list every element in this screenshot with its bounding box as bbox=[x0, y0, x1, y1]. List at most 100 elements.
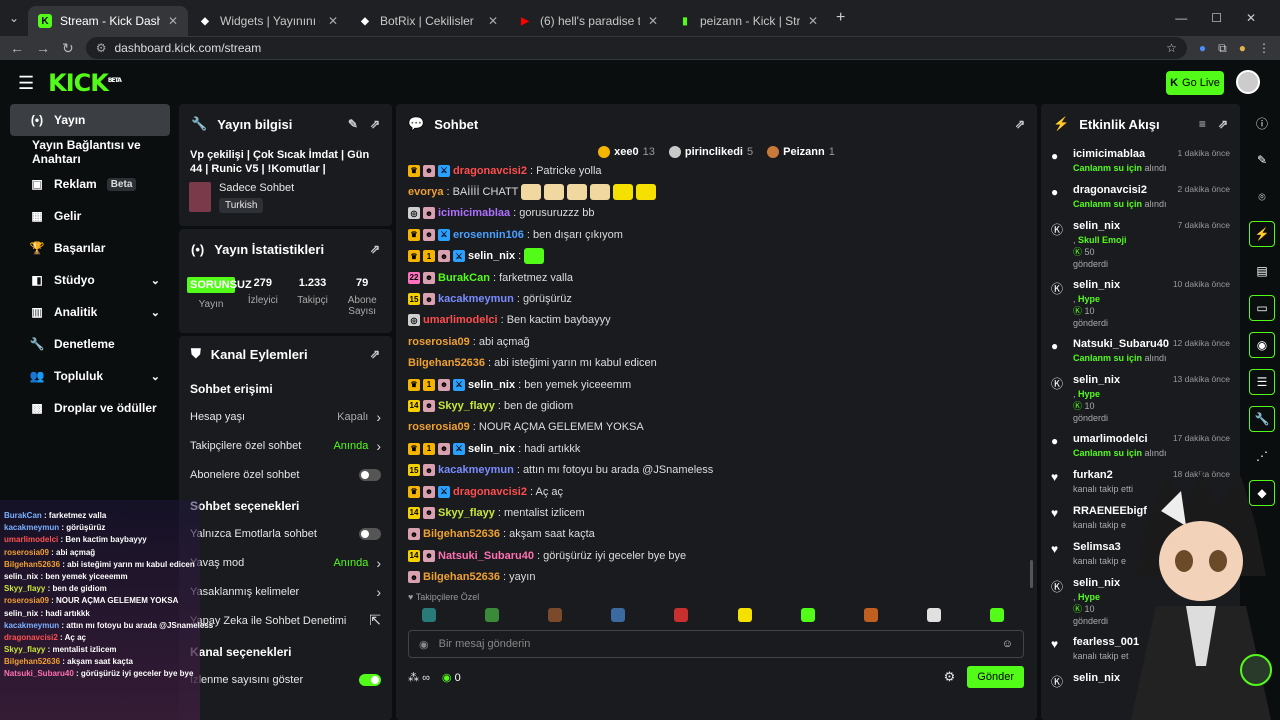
chat-username[interactable]: BurakCan bbox=[438, 272, 490, 284]
chat-message[interactable]: evorya: BAİİİİ CHATT bbox=[408, 181, 1018, 202]
chat-input[interactable]: ◉ Bir mesaj gönderin ☺ bbox=[408, 630, 1024, 658]
emote-icon[interactable] bbox=[737, 608, 752, 622]
chevron-right-icon[interactable]: › bbox=[376, 438, 381, 454]
event-item[interactable]: Ⓚselin_nix, Skull Emoji Ⓚ 50 gönderdi 7 dak… bbox=[1041, 220, 1240, 270]
chat-message[interactable]: ♛ 1 ☻ ⚔ selin_nix: hadi artıkkk bbox=[408, 438, 1018, 459]
emote-icon[interactable] bbox=[422, 608, 436, 622]
emote-icon[interactable] bbox=[926, 608, 941, 622]
extension-icon[interactable]: ● bbox=[1199, 41, 1206, 55]
settings-gear-icon[interactable]: ⚙ bbox=[944, 669, 956, 685]
emote-icon[interactable] bbox=[800, 608, 815, 622]
extensions-puzzle-icon[interactable]: ⧉ bbox=[1218, 41, 1227, 56]
forward-icon[interactable]: → bbox=[36, 40, 50, 56]
stack-rail-icon[interactable]: ☰ bbox=[1249, 369, 1275, 395]
emote-icon[interactable] bbox=[674, 608, 689, 622]
event-item[interactable]: Ⓚselin_nix, Hype Ⓚ 10 gönderdi 13 dakika ön… bbox=[1041, 374, 1240, 424]
browser-tab[interactable]: ◆ Widgets | Yayınını güçlendirmek ✕ bbox=[188, 6, 348, 36]
chat-username[interactable]: Skyy_flayy bbox=[438, 507, 495, 519]
chevron-right-icon[interactable]: › bbox=[376, 555, 381, 571]
back-icon[interactable]: ← bbox=[10, 40, 24, 56]
chat-message[interactable]: ♛ 1 ☻ ⚔ selin_nix: ben yemek yiceeemm bbox=[408, 374, 1018, 395]
chevron-down-icon[interactable]: ⌄ bbox=[151, 274, 160, 287]
profile-icon[interactable]: ● bbox=[1239, 41, 1246, 55]
emote-icon[interactable] bbox=[863, 608, 878, 622]
browser-tab[interactable]: ◆ BotRix | Cekilisler ✕ bbox=[348, 6, 508, 36]
chat-username[interactable]: selin_nix bbox=[468, 443, 515, 455]
chat-username[interactable]: selin_nix bbox=[468, 250, 515, 262]
menu-dots-icon[interactable]: ⋮ bbox=[1258, 41, 1270, 55]
emote-icon[interactable] bbox=[485, 608, 500, 622]
chevron-right-icon[interactable]: › bbox=[376, 584, 381, 600]
chat-message[interactable]: ♛ ☻ ⚔ erosennin106: ben dışarı çıkıyom bbox=[408, 224, 1018, 245]
chat-message[interactable]: 15 ☻ kacakmeymun: görüşürüz bbox=[408, 288, 1018, 309]
kick-points-icon[interactable]: ◉ 0 bbox=[442, 671, 461, 684]
chat-username[interactable]: Skyy_flayy bbox=[438, 400, 495, 412]
event-item[interactable]: ● umarlimodelci Canlanm su için alındı 17 d… bbox=[1041, 433, 1240, 459]
close-tab-icon[interactable]: ✕ bbox=[168, 14, 178, 28]
sidebar-item[interactable]: 🔧 Denetleme bbox=[10, 328, 170, 360]
setting-row[interactable]: Takipçilere özel sohbet Anında › bbox=[179, 431, 392, 460]
setting-row[interactable]: İzlenme sayısını göster bbox=[179, 665, 392, 694]
popout-icon[interactable]: ⇗ bbox=[370, 117, 380, 131]
top-gifter[interactable]: Peizann 1 bbox=[767, 146, 835, 158]
chat-message[interactable]: 14 ☻ Natsuki_Subaru40: görüşürüz iyi gecel… bbox=[408, 545, 1018, 566]
chat-message[interactable]: ☻ Bilgehan52636: akşam saat kaçta bbox=[408, 524, 1018, 545]
sidebar-item[interactable]: ▣ Reklam Beta bbox=[10, 168, 170, 200]
chevron-down-icon[interactable]: ⌄ bbox=[151, 370, 160, 383]
chat-message[interactable]: 14 ☻ Skyy_flayy: mentalist izlicem bbox=[408, 502, 1018, 523]
sidebar-item[interactable]: Yayın Bağlantısı ve Anahtarı bbox=[10, 136, 170, 168]
chat-message[interactable]: ☻ Bilgehan52636: yayın bbox=[408, 566, 1018, 587]
browser-tab[interactable]: ▶ (6) hell's paradise tensen - YouTube ✕ bbox=[508, 6, 668, 36]
sidebar-item[interactable]: 🏆 Başarılar bbox=[10, 232, 170, 264]
browser-tab[interactable]: ▮ peizann - Kick | StreamerStats ✕ bbox=[668, 6, 828, 36]
url-field[interactable]: ⚙ dashboard.kick.com/stream ☆ bbox=[85, 37, 1187, 59]
sidebar-item[interactable]: ◧ Stüdyo ⌄ bbox=[10, 264, 170, 296]
hamburger-menu-icon[interactable]: ☰ bbox=[18, 73, 34, 94]
chat-message[interactable]: ♛ ☻ ⚔ dragonavcisi2: Patricke yolla bbox=[408, 160, 1018, 181]
edit-pencil-icon[interactable]: ✎ bbox=[348, 117, 358, 131]
bookmark-star-icon[interactable]: ☆ bbox=[1166, 41, 1177, 55]
chat-message[interactable]: ◎ umarlimodelci: Ben kactim baybayyy bbox=[408, 310, 1018, 331]
popout-icon[interactable]: ⇗ bbox=[370, 347, 380, 361]
lightning-rail-icon[interactable]: ⚡ bbox=[1249, 221, 1275, 247]
reload-icon[interactable]: ↻ bbox=[62, 40, 74, 57]
send-button[interactable]: Gönder bbox=[967, 666, 1024, 688]
chat-message[interactable]: 14 ☻ Skyy_flayy: ben de gidiom bbox=[408, 395, 1018, 416]
new-tab-button[interactable]: + bbox=[836, 9, 845, 27]
chat-username[interactable]: erosennin106 bbox=[453, 229, 524, 241]
chat-message[interactable]: ♛ 1 ☻ ⚔ selin_nix: bbox=[408, 246, 1018, 267]
popout-icon[interactable]: ⇗ bbox=[1218, 117, 1228, 131]
users-icon[interactable]: ⁂ ∞ bbox=[408, 671, 430, 684]
sidebar-item[interactable]: ▦ Gelir bbox=[10, 200, 170, 232]
user-avatar[interactable] bbox=[1236, 70, 1260, 94]
tab-list-icon[interactable]: ⌄ bbox=[0, 11, 28, 25]
event-item[interactable]: ● icimicimablaa Canlanm su için alındı 1 da… bbox=[1041, 148, 1240, 174]
chat-username[interactable]: evorya bbox=[408, 186, 443, 198]
chat-username[interactable]: icimicimablaa bbox=[438, 207, 510, 219]
chat-message[interactable]: roserosia09: abi açmağ bbox=[408, 331, 1018, 352]
camera-icon[interactable]: ⌾ bbox=[1249, 184, 1275, 210]
chat-username[interactable]: Bilgehan52636 bbox=[408, 357, 485, 369]
chat-message[interactable]: 15 ☻ kacakmeymun: attın mı fotoyu bu arada… bbox=[408, 459, 1018, 480]
popout-icon[interactable]: ⇗ bbox=[370, 242, 380, 256]
sidebar-item[interactable]: ▥ Analitik ⌄ bbox=[10, 296, 170, 328]
browser-tab[interactable]: K Stream - Kick Dashboard ✕ bbox=[28, 6, 188, 36]
setting-row[interactable]: Yavaş mod Anında › bbox=[179, 548, 392, 577]
wrench-rail-icon[interactable]: 🔧 bbox=[1249, 406, 1275, 432]
event-item[interactable]: ● Natsuki_Subaru40 Canlanm su için alındı 1… bbox=[1041, 338, 1240, 364]
chat-scrollbar[interactable] bbox=[1030, 560, 1033, 588]
emote-icon[interactable] bbox=[989, 608, 1004, 622]
chat-username[interactable]: kacakmeymun bbox=[438, 464, 514, 476]
close-tab-icon[interactable]: ✕ bbox=[808, 14, 818, 28]
chat-username[interactable]: Natsuki_Subaru40 bbox=[438, 550, 534, 562]
window-controls[interactable]: —☐✕ bbox=[1175, 11, 1280, 25]
sidebar-item[interactable]: 👥 Topluluk ⌄ bbox=[10, 360, 170, 392]
event-item[interactable]: Ⓚselin_nix, Hype Ⓚ 10 gönderdi 10 dakika ön… bbox=[1041, 279, 1240, 329]
chat-rail-icon[interactable]: ▭ bbox=[1249, 295, 1275, 321]
close-tab-icon[interactable]: ✕ bbox=[328, 14, 338, 28]
chat-username[interactable]: selin_nix bbox=[468, 379, 515, 391]
toggle-switch[interactable] bbox=[359, 468, 381, 481]
chat-username[interactable]: umarlimodelci bbox=[423, 314, 498, 326]
top-gifter[interactable]: xee0 13 bbox=[598, 146, 655, 158]
chat-username[interactable]: Bilgehan52636 bbox=[423, 528, 500, 540]
